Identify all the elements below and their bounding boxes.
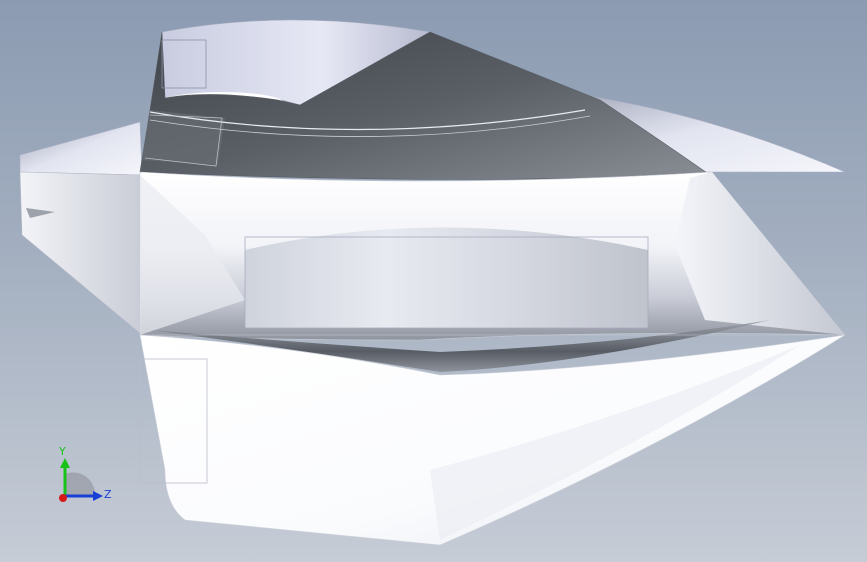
triad-x-axis-dot-icon (59, 494, 67, 502)
nose-block (19, 171, 143, 336)
center-band (245, 227, 648, 328)
nose-fin (19, 121, 143, 176)
3d-model-view[interactable] (0, 0, 867, 562)
triad-y-label: Y (58, 445, 66, 458)
triad-y-arrow-icon (60, 458, 70, 468)
triad-plane (65, 472, 96, 496)
triad-z-arrow-icon (93, 491, 103, 501)
graphics-viewport[interactable]: Y Z (0, 0, 867, 562)
deck-left-panel (142, 110, 225, 165)
orientation-triad: Y Z (58, 445, 112, 502)
triad-z-label: Z (104, 488, 112, 501)
